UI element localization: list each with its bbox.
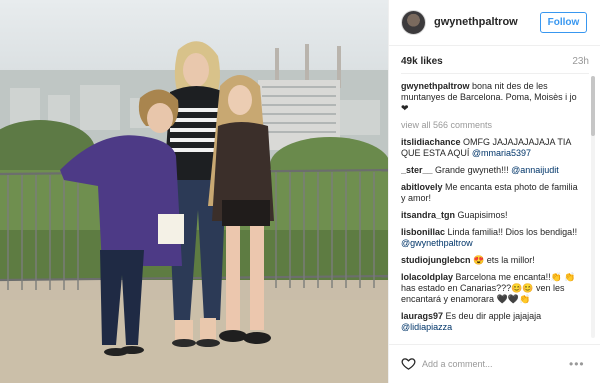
comment-text: 😍 ets la millor! [473, 255, 535, 265]
post-side-panel: gwynethpaltrow Follow 49k likes 23h gwyn… [388, 0, 600, 383]
post-time[interactable]: 23h [572, 56, 589, 67]
post-username[interactable]: gwynethpaltrow [434, 16, 518, 28]
comment-username[interactable]: itslidiachance [401, 137, 461, 147]
comment-mention[interactable]: @mmaria5397 [472, 148, 531, 158]
comment-text: Guapisimos! [457, 210, 508, 220]
post-header: gwynethpaltrow Follow [389, 0, 600, 46]
avatar[interactable] [401, 10, 426, 35]
comments-list[interactable]: gwynethpaltrow bona nit des de les munta… [401, 81, 583, 339]
comment-item: abitlovely Me encanta esta photo de fami… [401, 182, 583, 204]
comment-username[interactable]: lolacoldplay [401, 272, 453, 282]
caption-username[interactable]: gwynethpaltrow [401, 81, 470, 91]
likes-count[interactable]: 49k likes [401, 56, 443, 67]
heart-icon[interactable] [401, 356, 416, 371]
caption: gwynethpaltrow bona nit des de les munta… [401, 81, 583, 114]
follow-button[interactable]: Follow [540, 12, 587, 33]
comment-item: itsandra_tgn Guapisimos! [401, 210, 583, 221]
comment-text: Es deu dir apple jajajaja [445, 311, 542, 321]
comment-username[interactable]: studiojunglebcn [401, 255, 471, 265]
comment-username[interactable]: laurags97 [401, 311, 443, 321]
scrollbar-thumb[interactable] [591, 76, 595, 136]
comment-text: Grande gwyneth!!! [435, 165, 509, 175]
comment-item: lisbonillac Linda familia!! Dios los ben… [401, 227, 583, 249]
comment-username[interactable]: abitlovely [401, 182, 443, 192]
comment-mention[interactable]: @gwynethpaltrow [401, 238, 473, 248]
view-all-comments-link[interactable]: view all 566 comments [401, 120, 583, 131]
post-footer: ••• [389, 344, 600, 383]
comment-username[interactable]: itsandra_tgn [401, 210, 455, 220]
comment-item: lolacoldplay Barcelona me encanta!!👏 👏 h… [401, 272, 583, 305]
comment-mention[interactable]: @lidiapiazza [401, 322, 452, 332]
more-options-icon[interactable]: ••• [569, 357, 585, 371]
comment-item: laurags97 Es deu dir apple jajajaja @lid… [401, 311, 583, 333]
comments-scrollbar[interactable] [591, 76, 595, 338]
comment-item: itslidiachance OMFG JAJAJAJAJAJA TIA QUE… [401, 137, 583, 159]
comment-item: _ster__ Grande gwyneth!!! @annaijudit [401, 165, 583, 176]
comment-mention[interactable]: @annaijudit [511, 165, 559, 175]
add-comment-input[interactable] [422, 356, 562, 372]
comment-username[interactable]: lisbonillac [401, 227, 445, 237]
comment-item: studiojunglebcn 😍 ets la millor! [401, 255, 583, 266]
photo-image [0, 0, 388, 383]
post-photo[interactable] [0, 0, 388, 383]
comment-username[interactable]: _ster__ [401, 165, 433, 175]
post-stats: 49k likes 23h [401, 56, 589, 74]
comment-text: Linda familia!! Dios los bendiga!! [447, 227, 578, 237]
